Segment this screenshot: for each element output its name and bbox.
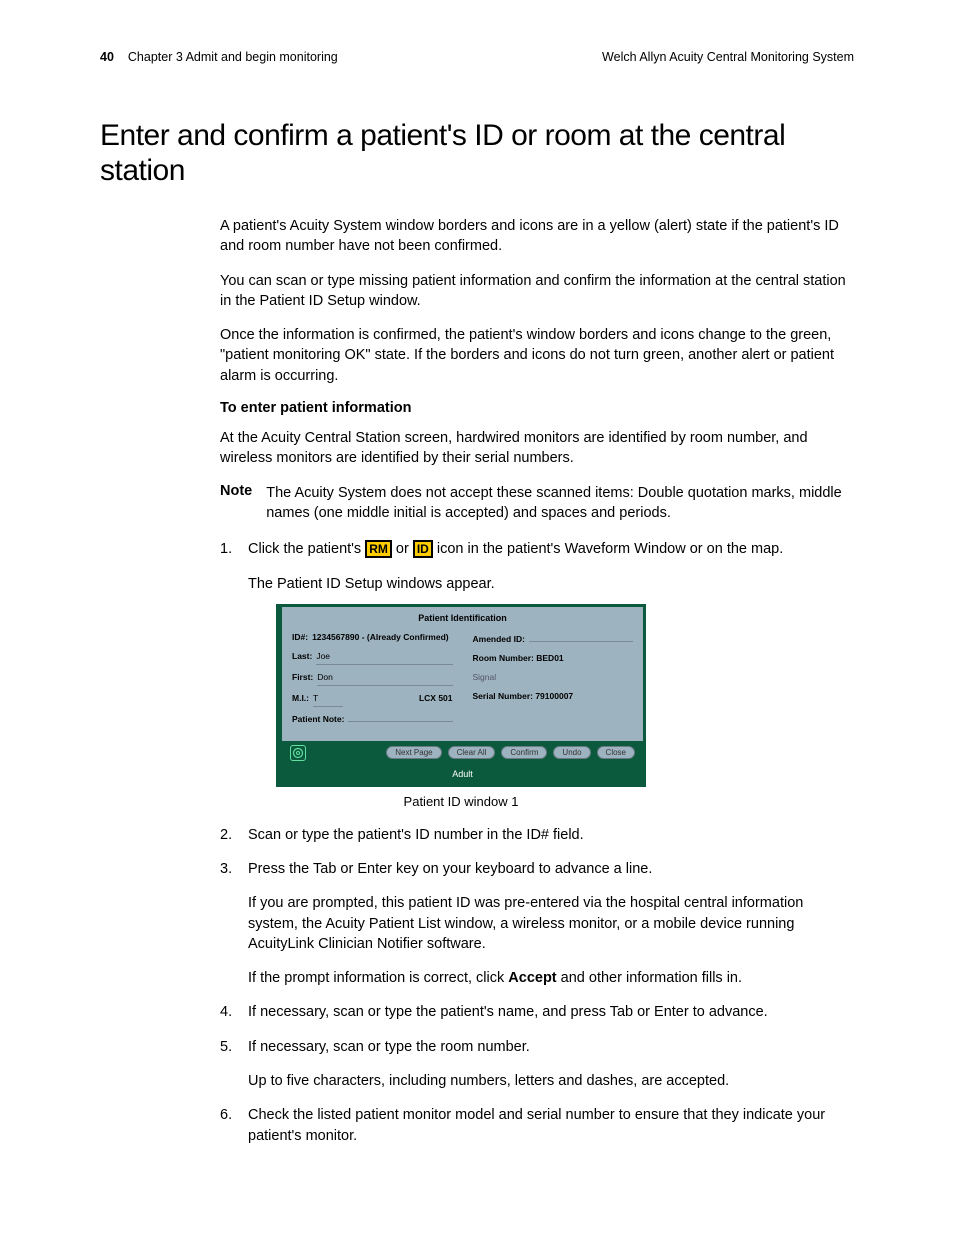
step-4: If necessary, scan or type the patient's… (220, 1002, 854, 1022)
chapter-label: Chapter 3 Admit and begin monitoring (128, 50, 338, 64)
button-bar: Next Page Clear All Confirm Undo Close (282, 741, 643, 765)
close-button[interactable]: Close (597, 746, 635, 759)
mi-label: M.I.: (292, 693, 309, 705)
last-label: Last: (292, 651, 312, 663)
window-title: Patient Identification (282, 607, 643, 629)
step-6: Check the listed patient monitor model a… (220, 1105, 854, 1146)
next-page-button[interactable]: Next Page (386, 746, 441, 759)
intro-para-3: Once the information is confirmed, the p… (220, 325, 854, 386)
window-footer: Adult (282, 765, 643, 784)
figure-caption: Patient ID window 1 (276, 793, 646, 811)
page-title: Enter and confirm a patient's ID or room… (100, 119, 854, 188)
procedure-heading: To enter patient information (220, 400, 854, 416)
id-label: ID#: (292, 632, 308, 644)
patient-note-label: Patient Note: (292, 714, 344, 726)
page-number: 40 (100, 50, 114, 64)
room-number: Room Number: BED01 (473, 653, 564, 665)
intro-para-1: A patient's Acuity System window borders… (220, 216, 854, 257)
note-label: Note (220, 483, 252, 524)
note-text: The Acuity System does not accept these … (266, 483, 854, 524)
step-5: If necessary, scan or type the room numb… (220, 1037, 854, 1092)
step-2: Scan or type the patient's ID number in … (220, 825, 854, 845)
patient-note-input[interactable] (348, 720, 452, 722)
note-block: Note The Acuity System does not accept t… (220, 483, 854, 524)
rm-icon: RM (365, 540, 392, 558)
page-header: 40 Chapter 3 Admit and begin monitoring … (100, 50, 854, 64)
last-input[interactable]: Joe (316, 651, 452, 665)
undo-button[interactable]: Undo (553, 746, 590, 759)
confirm-button[interactable]: Confirm (501, 746, 547, 759)
step-3-sub2: If the prompt information is correct, cl… (248, 968, 854, 988)
signal-label: Signal (473, 672, 497, 684)
first-label: First: (292, 672, 313, 684)
mi-input[interactable]: T (313, 693, 343, 707)
model-value: LCX 501 (419, 693, 453, 705)
figure-patient-id-window: Patient Identification ID#: 1234567890 -… (276, 604, 854, 811)
amended-label: Amended ID: (473, 634, 525, 646)
product-label: Welch Allyn Acuity Central Monitoring Sy… (602, 50, 854, 64)
clear-all-button[interactable]: Clear All (448, 746, 496, 759)
intro-para-2: You can scan or type missing patient inf… (220, 271, 854, 312)
step-1-sub: The Patient ID Setup windows appear. (248, 574, 854, 594)
id-icon: ID (413, 540, 433, 558)
procedure-intro: At the Acuity Central Station screen, ha… (220, 428, 854, 469)
step-1: Click the patient's RM or ID icon in the… (220, 539, 854, 810)
step-3: Press the Tab or Enter key on your keybo… (220, 859, 854, 988)
patient-id-window: Patient Identification ID#: 1234567890 -… (276, 604, 646, 787)
id-value: 1234567890 - (Already Confirmed) (312, 632, 449, 644)
step-5-sub: Up to five characters, including numbers… (248, 1071, 854, 1091)
serial-number: Serial Number: 79100007 (473, 691, 574, 703)
amended-input[interactable] (529, 640, 633, 642)
step-list: Click the patient's RM or ID icon in the… (220, 539, 854, 1146)
help-icon[interactable] (290, 745, 306, 761)
step-3-sub1: If you are prompted, this patient ID was… (248, 893, 854, 954)
first-input[interactable]: Don (317, 672, 452, 686)
